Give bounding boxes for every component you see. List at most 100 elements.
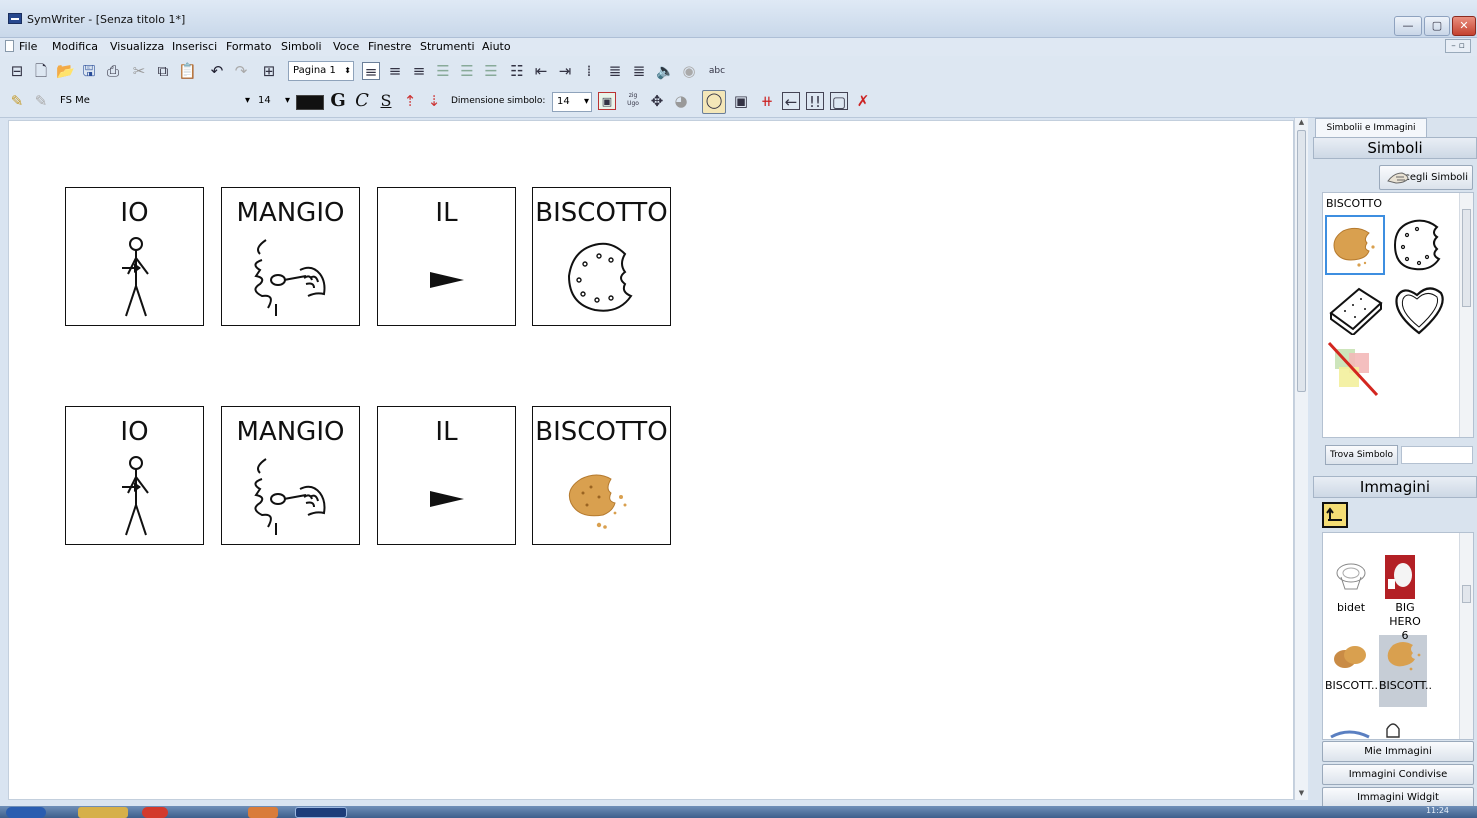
choose-symbols-button[interactable]: Scegli Simboli bbox=[1379, 165, 1473, 190]
more-images-icon[interactable] bbox=[1329, 717, 1429, 740]
symbol-size-select[interactable]: 14 ▾ bbox=[552, 92, 592, 112]
cookie-photo-icon[interactable] bbox=[1329, 223, 1381, 267]
find-symbol-input[interactable] bbox=[1401, 446, 1473, 464]
text-above-icon[interactable]: ⇡ bbox=[401, 92, 419, 110]
person-no-symbol-icon[interactable]: ✗ bbox=[854, 92, 872, 110]
underline-button[interactable]: S bbox=[377, 92, 395, 110]
paragraph-right-icon[interactable]: ≣ bbox=[630, 62, 648, 80]
my-images-button[interactable]: Mie Immagini bbox=[1322, 741, 1474, 762]
columns-icon[interactable]: ⁞ bbox=[580, 62, 598, 80]
folder-up-button[interactable] bbox=[1322, 502, 1348, 528]
new-document-icon[interactable]: 🗋 bbox=[32, 62, 50, 80]
menu-simboli[interactable]: Simboli bbox=[281, 40, 322, 53]
speech-stop-icon[interactable]: ◉ bbox=[680, 62, 698, 80]
page-selector[interactable]: Pagina 1 ⬍ bbox=[288, 61, 354, 81]
align-top-icon[interactable]: ☰ bbox=[434, 62, 452, 80]
scroll-thumb[interactable] bbox=[1462, 209, 1471, 307]
menu-file[interactable]: File bbox=[19, 40, 37, 53]
color-palette-icon[interactable]: ◕ bbox=[672, 92, 690, 110]
biscuit-heart-icon[interactable] bbox=[1389, 283, 1449, 337]
puzzle-icon[interactable]: ✥ bbox=[648, 92, 666, 110]
pencil-disabled-icon[interactable]: ✎ bbox=[32, 92, 50, 110]
symbol-card[interactable]: BISCOTTO bbox=[532, 187, 671, 326]
document-scrollbar[interactable]: ▲ ▼ bbox=[1294, 118, 1308, 800]
exclamation-box-icon[interactable]: !! bbox=[806, 92, 824, 111]
menu-aiuto[interactable]: Aiuto bbox=[482, 40, 511, 53]
find-symbol-button[interactable]: Trova Simbolo bbox=[1325, 445, 1398, 465]
increase-indent-icon[interactable]: ⇥ bbox=[556, 62, 574, 80]
big-hero-image-icon[interactable] bbox=[1385, 555, 1415, 599]
copy-icon[interactable]: ⧉ bbox=[154, 62, 172, 80]
document-canvas[interactable]: IO MANGIO IL BISCOTTO IO MANGIO IL BISCO… bbox=[8, 120, 1294, 800]
tab-symbols-images[interactable]: Simbolii e Immagini bbox=[1315, 118, 1427, 137]
biscuits-image-icon[interactable] bbox=[1331, 641, 1371, 673]
symbol-list-scrollbar[interactable] bbox=[1459, 193, 1473, 437]
close-button[interactable]: ✕ bbox=[1452, 16, 1476, 36]
taskbar-app[interactable] bbox=[248, 807, 278, 818]
menu-formato[interactable]: Formato bbox=[226, 40, 272, 53]
picture-icon[interactable]: ▣ bbox=[598, 92, 616, 110]
symbol-choices-list[interactable]: BISCOTTO bbox=[1322, 192, 1474, 438]
italic-button[interactable]: C bbox=[353, 92, 371, 110]
scroll-down-icon[interactable]: ▼ bbox=[1296, 789, 1307, 800]
scroll-thumb[interactable] bbox=[1297, 130, 1306, 392]
bold-button[interactable]: G bbox=[329, 92, 347, 110]
frame-box-icon[interactable]: ▢ bbox=[830, 92, 848, 111]
decrease-indent-icon[interactable]: ⇤ bbox=[532, 62, 550, 80]
cut-icon[interactable]: ✂ bbox=[130, 62, 148, 80]
align-right-icon[interactable]: ≡ bbox=[410, 62, 428, 80]
text-color-swatch[interactable] bbox=[296, 95, 324, 110]
scroll-up-icon[interactable]: ▲ bbox=[1296, 118, 1307, 129]
cookie-photo-icon[interactable] bbox=[1383, 637, 1425, 671]
menu-finestre[interactable]: Finestre bbox=[368, 40, 411, 53]
shared-images-button[interactable]: Immagini Condivise bbox=[1322, 764, 1474, 785]
symbol-card[interactable]: IO bbox=[65, 406, 204, 545]
pencil-icon[interactable]: ✎ bbox=[8, 92, 26, 110]
text-below-icon[interactable]: ⇣ bbox=[425, 92, 443, 110]
spinner-icon[interactable]: ⬍ bbox=[344, 62, 351, 80]
scroll-thumb[interactable] bbox=[1462, 585, 1471, 603]
open-folder-icon[interactable]: 📂 bbox=[56, 62, 75, 80]
mdi-window-controls[interactable]: – ▫ bbox=[1445, 39, 1471, 53]
paste-icon[interactable]: 📋 bbox=[178, 62, 197, 80]
align-center-icon[interactable]: ≡ bbox=[386, 62, 404, 80]
cookie-outline-icon[interactable] bbox=[1391, 217, 1449, 273]
font-select[interactable]: FS Me ▾ bbox=[56, 92, 252, 112]
spellcheck-icon[interactable]: abc bbox=[708, 62, 726, 80]
symbol-card[interactable]: IL bbox=[377, 406, 516, 545]
align-left-icon[interactable]: ≡ bbox=[362, 62, 380, 81]
taskbar-symwriter[interactable] bbox=[295, 807, 347, 818]
taskbar-browser[interactable] bbox=[142, 807, 168, 818]
biscuit-rectangle-icon[interactable] bbox=[1325, 283, 1385, 335]
symbol-frame-icon[interactable]: ▣ bbox=[732, 92, 750, 110]
save-icon[interactable]: 🖫 bbox=[80, 62, 98, 80]
align-middle-icon[interactable]: ☰ bbox=[458, 62, 476, 80]
symbol-card[interactable]: IO bbox=[65, 187, 204, 326]
zigzag-icon[interactable]: zig Ugo bbox=[624, 92, 642, 110]
bullet-list-icon[interactable]: ☷ bbox=[508, 62, 526, 80]
paragraph-left-icon[interactable]: ≣ bbox=[606, 62, 624, 80]
oval-frame-icon[interactable]: ◯ bbox=[702, 90, 726, 114]
layout-icon[interactable]: ⊟ bbox=[8, 62, 26, 80]
menu-voce[interactable]: Voce bbox=[333, 40, 359, 53]
menu-strumenti[interactable]: Strumenti bbox=[420, 40, 475, 53]
widgit-images-button[interactable]: Immagini Widgit bbox=[1322, 787, 1474, 808]
taskbar-explorer[interactable] bbox=[78, 807, 128, 818]
symbol-card[interactable]: MANGIO bbox=[221, 187, 360, 326]
print-icon[interactable]: ⎙ bbox=[104, 62, 122, 80]
symbol-card[interactable]: IL bbox=[377, 187, 516, 326]
menu-modifica[interactable]: Modifica bbox=[52, 40, 98, 53]
maximize-button[interactable]: ▢ bbox=[1424, 16, 1450, 36]
grammar-icon[interactable]: ⧺ bbox=[758, 92, 776, 110]
image-list-scrollbar[interactable] bbox=[1459, 533, 1473, 739]
redo-icon[interactable]: ↷ bbox=[232, 62, 250, 80]
arrow-left-box-icon[interactable]: ← bbox=[782, 92, 800, 111]
font-size-select[interactable]: 14 ▾ bbox=[254, 92, 292, 112]
menu-inserisci[interactable]: Inserisci bbox=[172, 40, 217, 53]
undo-icon[interactable]: ↶ bbox=[208, 62, 226, 80]
minimize-button[interactable]: — bbox=[1394, 16, 1422, 36]
page-layout-icon[interactable]: ⊞ bbox=[260, 62, 278, 80]
symbol-card[interactable]: BISCOTTO bbox=[532, 406, 671, 545]
menu-visualizza[interactable]: Visualizza bbox=[110, 40, 164, 53]
speaker-icon[interactable]: 🔈 bbox=[656, 62, 675, 80]
